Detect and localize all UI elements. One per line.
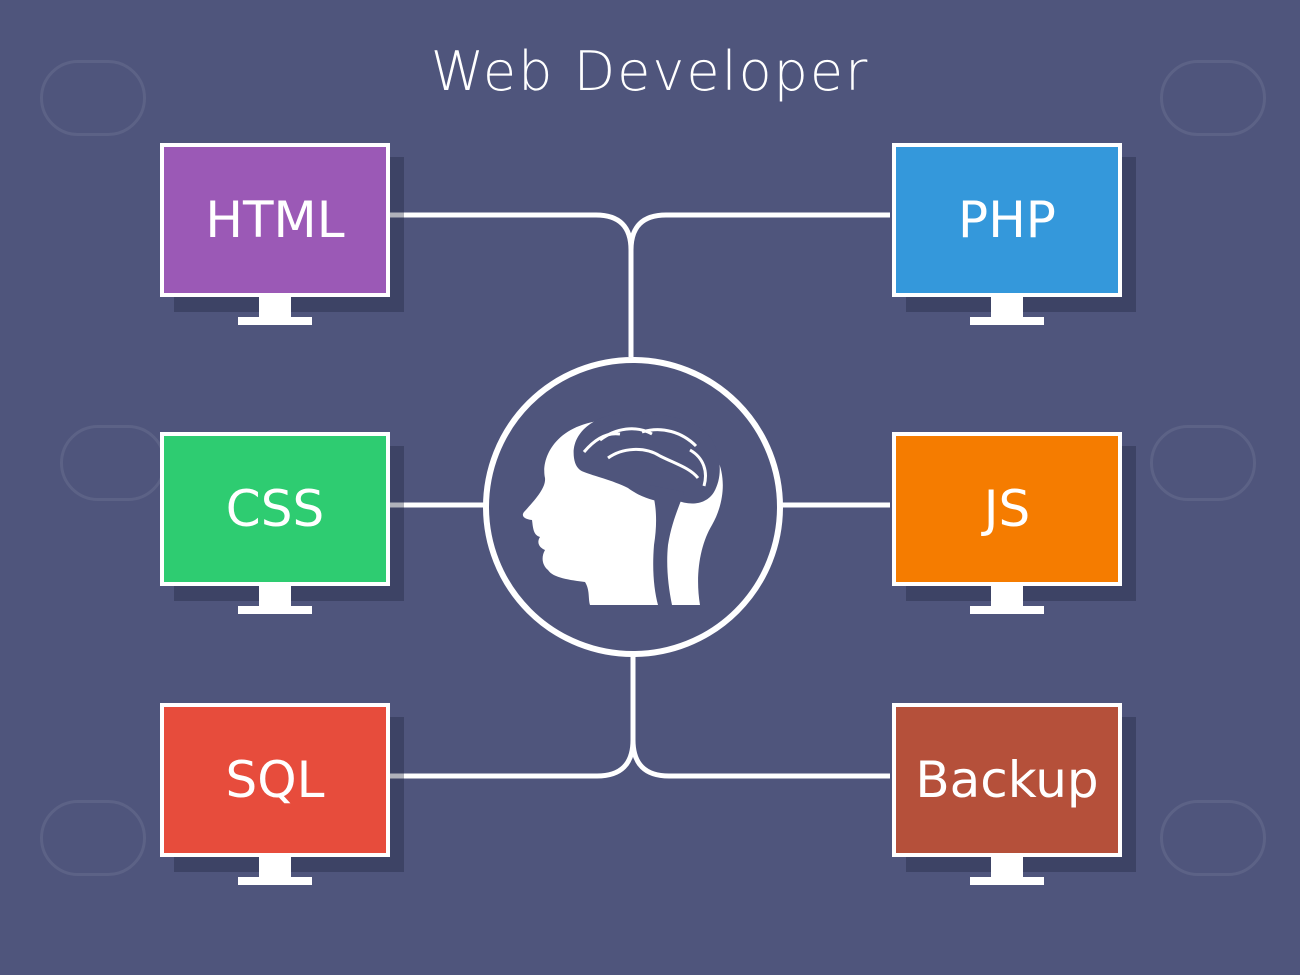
connector-sql bbox=[390, 653, 636, 779]
monitor-js: JS bbox=[892, 432, 1136, 622]
label-php: PHP bbox=[958, 191, 1056, 249]
monitor-base bbox=[970, 317, 1044, 325]
screen-sql: SQL bbox=[160, 703, 390, 857]
monitor-base bbox=[238, 877, 312, 885]
monitor-neck bbox=[991, 857, 1023, 877]
screen-backup: Backup bbox=[892, 703, 1122, 857]
monitor-backup: Backup bbox=[892, 703, 1136, 893]
monitor-sql: SQL bbox=[160, 703, 404, 893]
label-html: HTML bbox=[205, 191, 345, 249]
screen-js: JS bbox=[892, 432, 1122, 586]
screen-css: CSS bbox=[160, 432, 390, 586]
screen-php: PHP bbox=[892, 143, 1122, 297]
connector-html bbox=[390, 212, 634, 357]
monitor-base bbox=[238, 317, 312, 325]
monitor-html: HTML bbox=[160, 143, 404, 333]
monitor-php: PHP bbox=[892, 143, 1136, 333]
label-css: CSS bbox=[225, 480, 325, 538]
screen-html: HTML bbox=[160, 143, 390, 297]
monitor-neck bbox=[259, 586, 291, 606]
monitor-base bbox=[238, 606, 312, 614]
monitor-css: CSS bbox=[160, 432, 404, 622]
connector-backup bbox=[630, 739, 890, 779]
monitor-neck bbox=[259, 297, 291, 317]
label-backup: Backup bbox=[915, 751, 1099, 809]
label-js: JS bbox=[983, 480, 1031, 538]
monitor-neck bbox=[259, 857, 291, 877]
label-sql: SQL bbox=[225, 751, 325, 809]
connector-php bbox=[628, 212, 890, 251]
monitor-base bbox=[970, 606, 1044, 614]
monitor-base bbox=[970, 877, 1044, 885]
monitor-neck bbox=[991, 586, 1023, 606]
monitor-neck bbox=[991, 297, 1023, 317]
